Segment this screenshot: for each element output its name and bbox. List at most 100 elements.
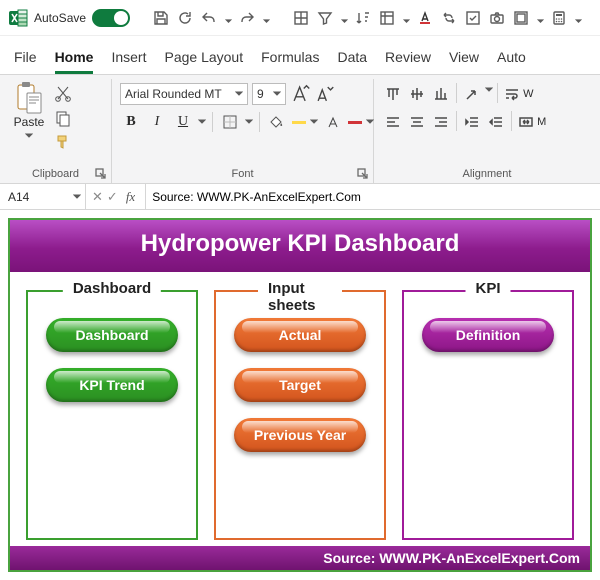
freeze-panes-icon[interactable] [378,9,396,27]
group-input-sheets: Input sheets Actual Target Previous Year [214,290,386,540]
excel-app-icon [8,8,28,28]
borders-dropdown-icon[interactable] [245,115,253,129]
filter-icon[interactable] [316,9,334,27]
merge-center-button[interactable]: M [516,111,548,133]
tab-page-layout[interactable]: Page Layout [164,49,243,74]
divider [259,112,260,132]
freeze-dropdown-icon[interactable] [403,14,410,21]
paste-dropdown-icon[interactable] [25,129,33,143]
data-validation-icon[interactable] [464,9,482,27]
autosave-toggle[interactable] [92,9,130,27]
macros-icon[interactable] [512,9,530,27]
insert-function-icon[interactable]: fx [122,189,139,205]
align-left-icon[interactable] [382,111,404,133]
pill-definition[interactable]: Definition [422,318,554,352]
redo-dropdown-icon[interactable] [263,14,270,21]
tab-formulas[interactable]: Formulas [261,49,319,74]
cut-icon[interactable] [54,85,72,103]
bold-button[interactable]: B [120,111,142,133]
underline-button[interactable]: U [172,111,194,133]
align-center-icon[interactable] [406,111,428,133]
ribbon: Paste Clipboard Arial Rounded MT [0,74,600,184]
group-kpi: KPI Definition [402,290,574,540]
align-bottom-icon[interactable] [430,83,452,105]
fill-color-swatch [292,121,306,124]
ribbon-group-font: Arial Rounded MT 9 B [112,79,374,183]
tab-automate[interactable]: Auto [497,49,526,74]
worksheet-area[interactable]: Hydropower KPI Dashboard Dashboard Dashb… [0,210,600,580]
font-name-select[interactable]: Arial Rounded MT [120,83,248,105]
divider [511,111,512,131]
qat-customize-icon[interactable] [575,14,582,21]
font-color-button[interactable] [322,111,344,133]
name-box-dropdown-icon[interactable] [73,190,81,204]
divider [456,111,457,131]
camera-icon[interactable] [488,9,506,27]
group-kpi-legend: KPI [465,280,510,297]
borders-icon[interactable] [292,9,310,27]
font-color-dropdown-icon[interactable] [366,115,374,129]
tab-view[interactable]: View [449,49,479,74]
orientation-icon[interactable] [461,83,483,105]
chevron-down-icon [235,87,243,101]
orientation-dropdown-icon[interactable] [485,83,493,105]
pill-dashboard[interactable]: Dashboard [46,318,178,352]
enter-formula-icon[interactable]: ✓ [107,189,118,205]
align-middle-icon[interactable] [406,83,428,105]
decrease-indent-icon[interactable] [461,111,483,133]
name-box-value: A14 [8,190,29,204]
clipboard-launcher-icon[interactable] [95,168,107,180]
name-box[interactable]: A14 [0,184,86,209]
fill-color-dropdown-icon[interactable] [310,115,318,129]
decrease-font-icon[interactable] [314,83,336,105]
formula-controls: ✕ ✓ fx [86,184,146,209]
borders-button[interactable] [219,111,241,133]
copy-icon[interactable] [54,109,72,127]
dashboard-footer: Source: WWW.PK-AnExcelExpert.Com [10,546,590,570]
replace-icon[interactable] [440,9,458,27]
pill-actual[interactable]: Actual [234,318,366,352]
ribbon-tabs: File Home Insert Page Layout Formulas Da… [0,36,600,74]
increase-indent-icon[interactable] [485,111,507,133]
align-top-icon[interactable] [382,83,404,105]
font-launcher-icon[interactable] [357,168,369,180]
format-painter-icon[interactable] [54,133,72,151]
alignment-caption: Alignment [382,167,592,183]
tab-data[interactable]: Data [337,49,367,74]
macros-dropdown-icon[interactable] [537,14,544,21]
font-size-select[interactable]: 9 [252,83,286,105]
font-color-swatch [348,121,362,124]
group-dashboard: Dashboard Dashboard KPI Trend [26,290,198,540]
pill-previous-year[interactable]: Previous Year [234,418,366,452]
fill-color-button[interactable] [266,111,288,133]
font-name-value: Arial Rounded MT [125,87,222,101]
clipboard-caption: Clipboard [8,167,103,183]
undo-dropdown-icon[interactable] [225,14,232,21]
tab-review[interactable]: Review [385,49,431,74]
align-right-icon[interactable] [430,111,452,133]
calculator-icon[interactable] [550,9,568,27]
formula-input[interactable] [146,184,600,209]
redo-icon[interactable] [238,9,256,27]
ribbon-group-clipboard: Paste Clipboard [0,79,112,183]
cancel-formula-icon[interactable]: ✕ [92,189,103,205]
dashboard-title: Hydropower KPI Dashboard [10,220,590,272]
tab-insert[interactable]: Insert [111,49,146,74]
underline-dropdown-icon[interactable] [198,115,206,129]
paste-label: Paste [14,115,45,129]
wrap-text-button[interactable]: W [502,83,535,105]
undo-icon[interactable] [200,9,218,27]
increase-font-icon[interactable] [290,83,312,105]
tab-file[interactable]: File [14,49,37,74]
italic-button[interactable]: I [146,111,168,133]
pill-target[interactable]: Target [234,368,366,402]
paste-button[interactable]: Paste [8,81,50,143]
refresh-icon[interactable] [176,9,194,27]
sort-icon[interactable] [354,9,372,27]
save-icon[interactable] [152,9,170,27]
dashboard-container: Hydropower KPI Dashboard Dashboard Dashb… [8,218,592,572]
pill-kpi-trend[interactable]: KPI Trend [46,368,178,402]
filter-dropdown-icon[interactable] [341,14,348,21]
tab-home[interactable]: Home [55,49,94,74]
font-color-qat-icon[interactable] [416,9,434,27]
